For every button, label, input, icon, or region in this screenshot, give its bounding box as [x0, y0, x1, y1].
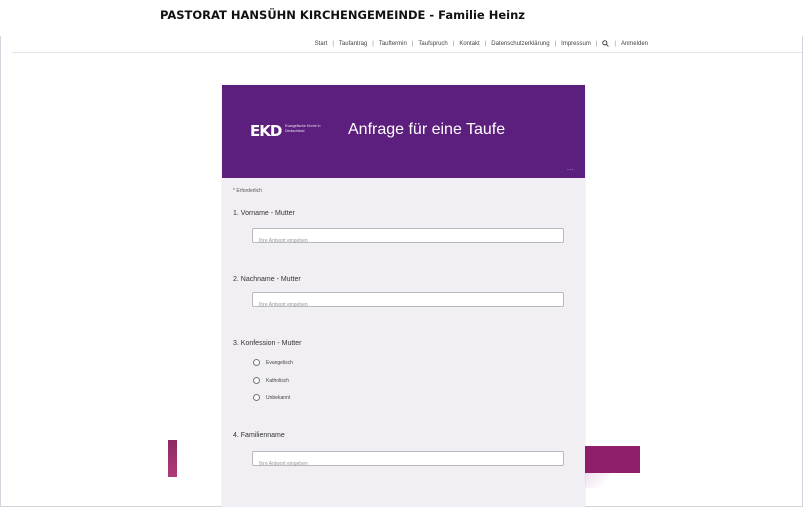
familienname-input[interactable]: [253, 457, 563, 471]
ekd-logo-subtitle: Evangelische Kirche in Deutschland: [285, 124, 321, 133]
nav-item-impressum[interactable]: Impressum: [556, 41, 596, 47]
familienname-field[interactable]: [252, 451, 564, 471]
nav-item-start[interactable]: Start: [310, 41, 333, 47]
form-header: EKD Evangelische Kirche in Deutschland A…: [222, 85, 585, 178]
vorname-mutter-field[interactable]: [252, 228, 564, 248]
search-icon[interactable]: [597, 39, 614, 49]
question-label-vorname-mutter: 1. Vorname - Mutter: [233, 210, 295, 217]
radio-label: Katholisch: [266, 377, 290, 384]
radio-option-katholisch[interactable]: Katholisch: [253, 377, 289, 384]
nachname-mutter-field[interactable]: [252, 292, 564, 312]
radio-option-evangelisch[interactable]: Evangelisch: [253, 359, 293, 366]
radio-label: Evangelisch: [266, 359, 293, 366]
nav-item-datenschutz[interactable]: Datenschutzerklärung: [486, 41, 554, 47]
vorname-mutter-input[interactable]: [253, 234, 563, 248]
ekd-logo: EKD: [250, 122, 282, 140]
more-options-icon[interactable]: ...: [567, 165, 574, 172]
form-title: Anfrage für eine Taufe: [348, 121, 506, 138]
decorative-accent: [584, 446, 640, 473]
radio-button[interactable]: [253, 377, 260, 384]
form-card: EKD Evangelische Kirche in Deutschland A…: [222, 85, 585, 507]
nav-divider: [12, 52, 802, 53]
question-label-familienname: 4. Familienname: [233, 432, 285, 439]
site-title[interactable]: PASTORAT HANSÜHN KIRCHENGEMEINDE - Famil…: [160, 8, 525, 22]
main-navigation: Start | Taufantrag | Tauftermin | Taufsp…: [0, 36, 803, 52]
radio-button[interactable]: [253, 359, 260, 366]
nav-item-taufspruch[interactable]: Taufspruch: [413, 41, 452, 47]
required-note: * Erforderlich: [233, 188, 262, 194]
radio-button[interactable]: [253, 394, 260, 401]
nav-item-tauftermin[interactable]: Tauftermin: [374, 41, 412, 47]
nav-item-login[interactable]: Anmelden: [616, 41, 653, 47]
nav-item-kontakt[interactable]: Kontakt: [454, 41, 484, 47]
radio-option-unbekannt[interactable]: Unbekannt: [253, 394, 290, 401]
question-label-nachname-mutter: 2. Nachname - Mutter: [233, 276, 301, 283]
radio-label: Unbekannt: [266, 394, 291, 401]
nachname-mutter-input[interactable]: [253, 298, 563, 312]
decorative-accent: [168, 440, 177, 477]
question-label-konfession-mutter: 3. Konfession - Mutter: [233, 340, 302, 347]
nav-item-taufantrag[interactable]: Taufantrag: [334, 41, 372, 47]
